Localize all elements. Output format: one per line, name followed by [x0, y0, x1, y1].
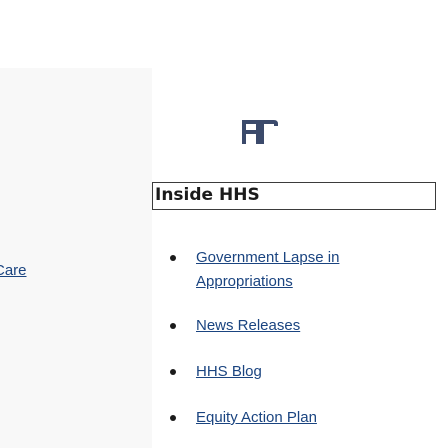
link-list: Government Lapse in Appropriations News R…: [166, 246, 339, 430]
link-news-releases[interactable]: News Releases: [196, 314, 300, 338]
list-item: HHS Blog: [166, 360, 339, 384]
section-heading: Inside HHS: [155, 185, 260, 205]
list-item: Equity Action Plan: [166, 406, 339, 430]
link-hhs-blog[interactable]: HHS Blog: [196, 360, 262, 384]
left-nav-link-care[interactable]: Care: [0, 262, 27, 279]
list-item: Government Lapse in Appropriations: [166, 246, 339, 294]
bullet-icon: [170, 415, 176, 421]
link-equity-action-plan[interactable]: Equity Action Plan: [196, 406, 317, 430]
link-government-lapse[interactable]: Government Lapse in Appropriations: [196, 246, 339, 294]
left-panel: [0, 68, 152, 448]
hhs-logo-icon[interactable]: [240, 112, 282, 146]
list-item: News Releases: [166, 314, 339, 338]
bullet-icon: [170, 369, 176, 375]
section-heading-box: Inside HHS: [152, 182, 436, 210]
page: Care Inside HHS Government Lapse inAppro…: [0, 0, 448, 448]
bullet-icon: [170, 255, 176, 261]
bullet-icon: [170, 323, 176, 329]
